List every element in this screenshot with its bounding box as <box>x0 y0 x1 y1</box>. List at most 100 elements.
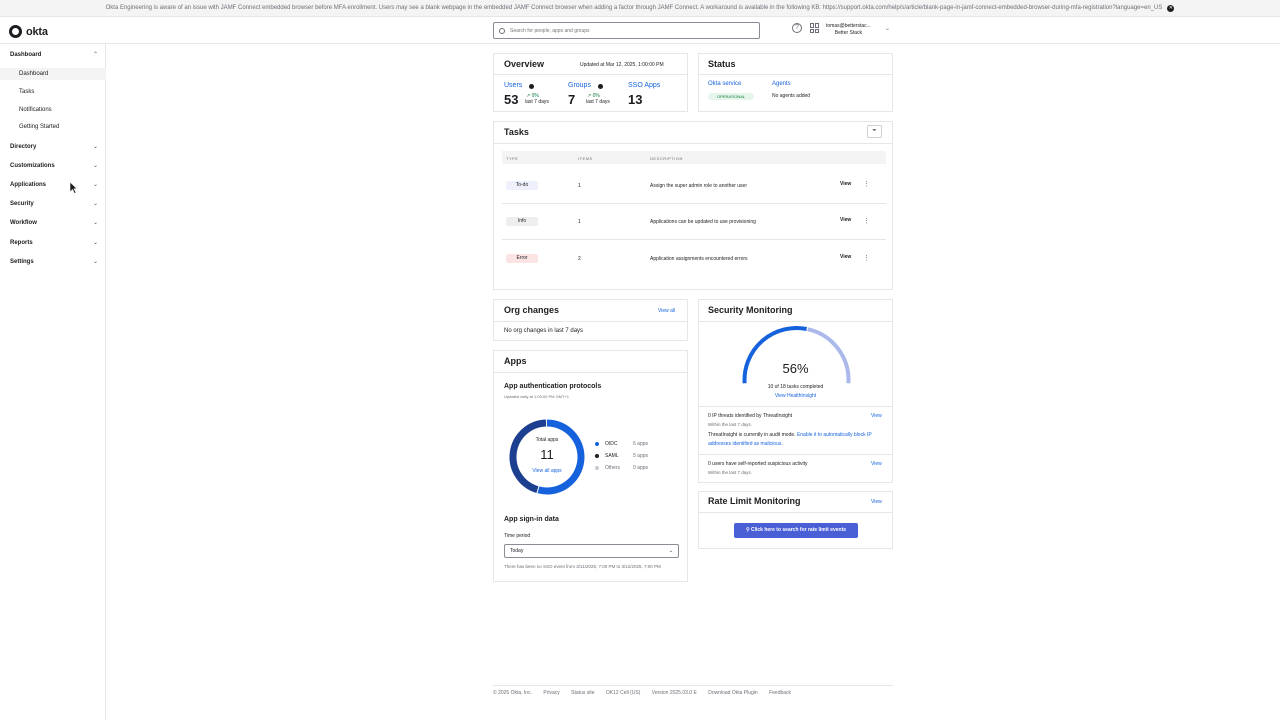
users-info-icon <box>529 84 534 89</box>
footer: © 2025 Okta, Inc. Privacy Status site OK… <box>493 685 893 696</box>
users-link[interactable]: Users <box>504 82 522 89</box>
app-grid-icon[interactable] <box>810 23 820 33</box>
app-signin-title: App sign-in data <box>504 516 559 523</box>
status-card: Status Okta service OPERATIONAL Agents N… <box>698 53 893 112</box>
search-icon <box>499 27 505 34</box>
footer-status-site-link[interactable]: Status site <box>571 690 594 696</box>
sidebar-group-reports[interactable]: Reports ⌄ <box>10 239 98 247</box>
ip-threats-period: Within the last 7 days. <box>708 422 753 427</box>
suspicious-activity-line: 0 users have self-reported suspicious ac… <box>708 461 808 467</box>
chevron-up-icon: ⌃ <box>92 52 98 58</box>
view-all-apps-link[interactable]: View all apps <box>507 468 587 474</box>
sidebar-group-workflow[interactable]: Workflow ⌄ <box>10 219 98 227</box>
sso-apps-link[interactable]: SSO Apps <box>628 82 660 89</box>
task-type-badge: Info <box>506 217 538 226</box>
user-email: tomas@betterstac... <box>826 23 871 29</box>
groups-link[interactable]: Groups <box>568 82 591 89</box>
banner-text: Okta Engineering is aware of an issue wi… <box>105 5 1163 11</box>
kebab-menu-icon[interactable]: ⋮ <box>863 180 870 188</box>
search-box[interactable] <box>493 22 760 39</box>
task-type-badge: Error <box>506 254 538 263</box>
users-count: 53 <box>504 92 519 107</box>
close-icon[interactable]: ✕ <box>1167 4 1175 12</box>
legend-dot <box>595 442 599 446</box>
org-changes-view-all[interactable]: View all <box>658 308 675 314</box>
search-icon: ⚲ <box>745 527 750 533</box>
org-changes-body: No org changes in last 7 days <box>504 328 584 334</box>
org-changes-card: Org changes View all No org changes in l… <box>493 299 688 341</box>
security-monitoring-title: Security Monitoring <box>708 305 793 315</box>
chevron-down-icon: ⌄ <box>92 220 98 226</box>
sidebar-item-getting-started[interactable]: Getting Started <box>0 121 106 133</box>
sidebar-group-security[interactable]: Security ⌄ <box>10 200 98 208</box>
kebab-menu-icon[interactable]: ⋮ <box>863 217 870 225</box>
top-header: okta ? tomas@betterstac... Better Stack … <box>0 17 1280 44</box>
col-items: ITEMS <box>578 156 593 161</box>
announcement-banner: Okta Engineering is aware of an issue wi… <box>0 0 1280 17</box>
chevron-down-icon: ⌄ <box>668 548 673 554</box>
time-period-select[interactable]: Today ⌄ <box>504 544 679 558</box>
suspicious-activity-view[interactable]: View <box>871 461 882 467</box>
help-icon[interactable]: ? <box>792 23 802 33</box>
agents-value: No agents added <box>772 93 811 99</box>
security-monitoring-card: Security Monitoring 56% 10 of 18 tasks c… <box>698 299 893 483</box>
time-period-label: Time period <box>504 533 531 539</box>
legend-saml: SAML 5 apps <box>595 453 648 459</box>
footer-copyright: © 2025 Okta, Inc. <box>493 690 532 696</box>
operational-badge: OPERATIONAL <box>708 93 755 100</box>
task-view-button[interactable]: View <box>840 181 851 187</box>
search-rate-limit-button[interactable]: ⚲ Click here to search for rate limit ev… <box>734 523 858 538</box>
sidebar-item-notifications[interactable]: Notifications <box>0 104 106 116</box>
task-description: Application assignments encountered erro… <box>650 256 748 262</box>
okta-logo[interactable]: okta <box>9 25 48 38</box>
app-auth-updated: Updated daily at 1:00:00 PM GMT+1 <box>504 394 570 399</box>
ip-threats-line: 0 IP threats identified by ThreatInsight <box>708 413 793 419</box>
tasks-completed: 10 of 18 tasks completed <box>767 384 824 390</box>
view-healthinsight-link[interactable]: View HealthInsight <box>699 393 892 399</box>
user-org: Better Stack <box>834 30 863 36</box>
donut-value: 11 <box>540 447 554 462</box>
tasks-table-header: TYPE ITEMS DESCRIPTION <box>502 151 886 164</box>
legend-dot <box>595 466 599 470</box>
chevron-down-icon: ⌄ <box>92 201 98 207</box>
app-auth-protocols-title: App authentication protocols <box>504 383 602 390</box>
groups-period: last 7 days <box>586 99 610 105</box>
sidebar-group-applications[interactable]: Applications ⌄ <box>10 181 98 189</box>
okta-service-link[interactable]: Okta service <box>708 81 741 87</box>
sidebar-item-tasks[interactable]: Tasks <box>0 86 106 98</box>
agents-link[interactable]: Agents <box>772 81 791 87</box>
tasks-card: Tasks ⏷ TYPE ITEMS DESCRIPTION To-do 1 A… <box>493 121 893 290</box>
rate-limit-view[interactable]: View <box>871 499 882 505</box>
ip-threats-view[interactable]: View <box>871 413 882 419</box>
kebab-menu-icon[interactable]: ⋮ <box>863 254 870 262</box>
task-view-button[interactable]: View <box>840 254 851 260</box>
sidebar-group-directory[interactable]: Directory ⌄ <box>10 143 98 151</box>
filter-icon[interactable]: ⏷ <box>867 125 882 138</box>
groups-count: 7 <box>568 92 576 107</box>
chevron-down-icon[interactable]: ⌄ <box>885 25 890 32</box>
footer-download-plugin-link[interactable]: Download Okta Plugin <box>708 690 757 696</box>
overview-title: Overview <box>504 59 545 69</box>
user-menu[interactable]: tomas@betterstac... Better Stack <box>826 23 871 37</box>
users-period: last 7 days <box>525 99 549 105</box>
apps-title: Apps <box>504 356 527 366</box>
search-input[interactable] <box>510 27 740 34</box>
sidebar-group-customizations[interactable]: Customizations ⌄ <box>10 162 98 170</box>
groups-info-icon <box>598 84 603 89</box>
status-title: Status <box>708 59 736 69</box>
task-view-button[interactable]: View <box>840 217 851 223</box>
task-description: Assign the super admin role to another u… <box>650 183 747 189</box>
task-items: 2 <box>578 256 581 262</box>
col-type: TYPE <box>506 156 519 161</box>
chevron-down-icon: ⌄ <box>92 259 98 265</box>
sidebar-item-dashboard[interactable]: Dashboard <box>0 68 106 80</box>
suspicious-activity-period: Within the last 7 days. <box>708 470 753 475</box>
footer-feedback-link[interactable]: Feedback <box>769 690 791 696</box>
sso-apps-count: 13 <box>628 92 643 107</box>
legend-dot <box>595 454 599 458</box>
sidebar: Dashboard ⌃ Dashboard Tasks Notifications… <box>0 44 106 720</box>
footer-version: Version 2025.03.0 E <box>651 690 697 696</box>
footer-privacy-link[interactable]: Privacy <box>543 690 559 696</box>
sidebar-group-settings[interactable]: Settings ⌄ <box>10 258 98 266</box>
sidebar-group-dashboard[interactable]: Dashboard ⌃ <box>10 51 98 59</box>
